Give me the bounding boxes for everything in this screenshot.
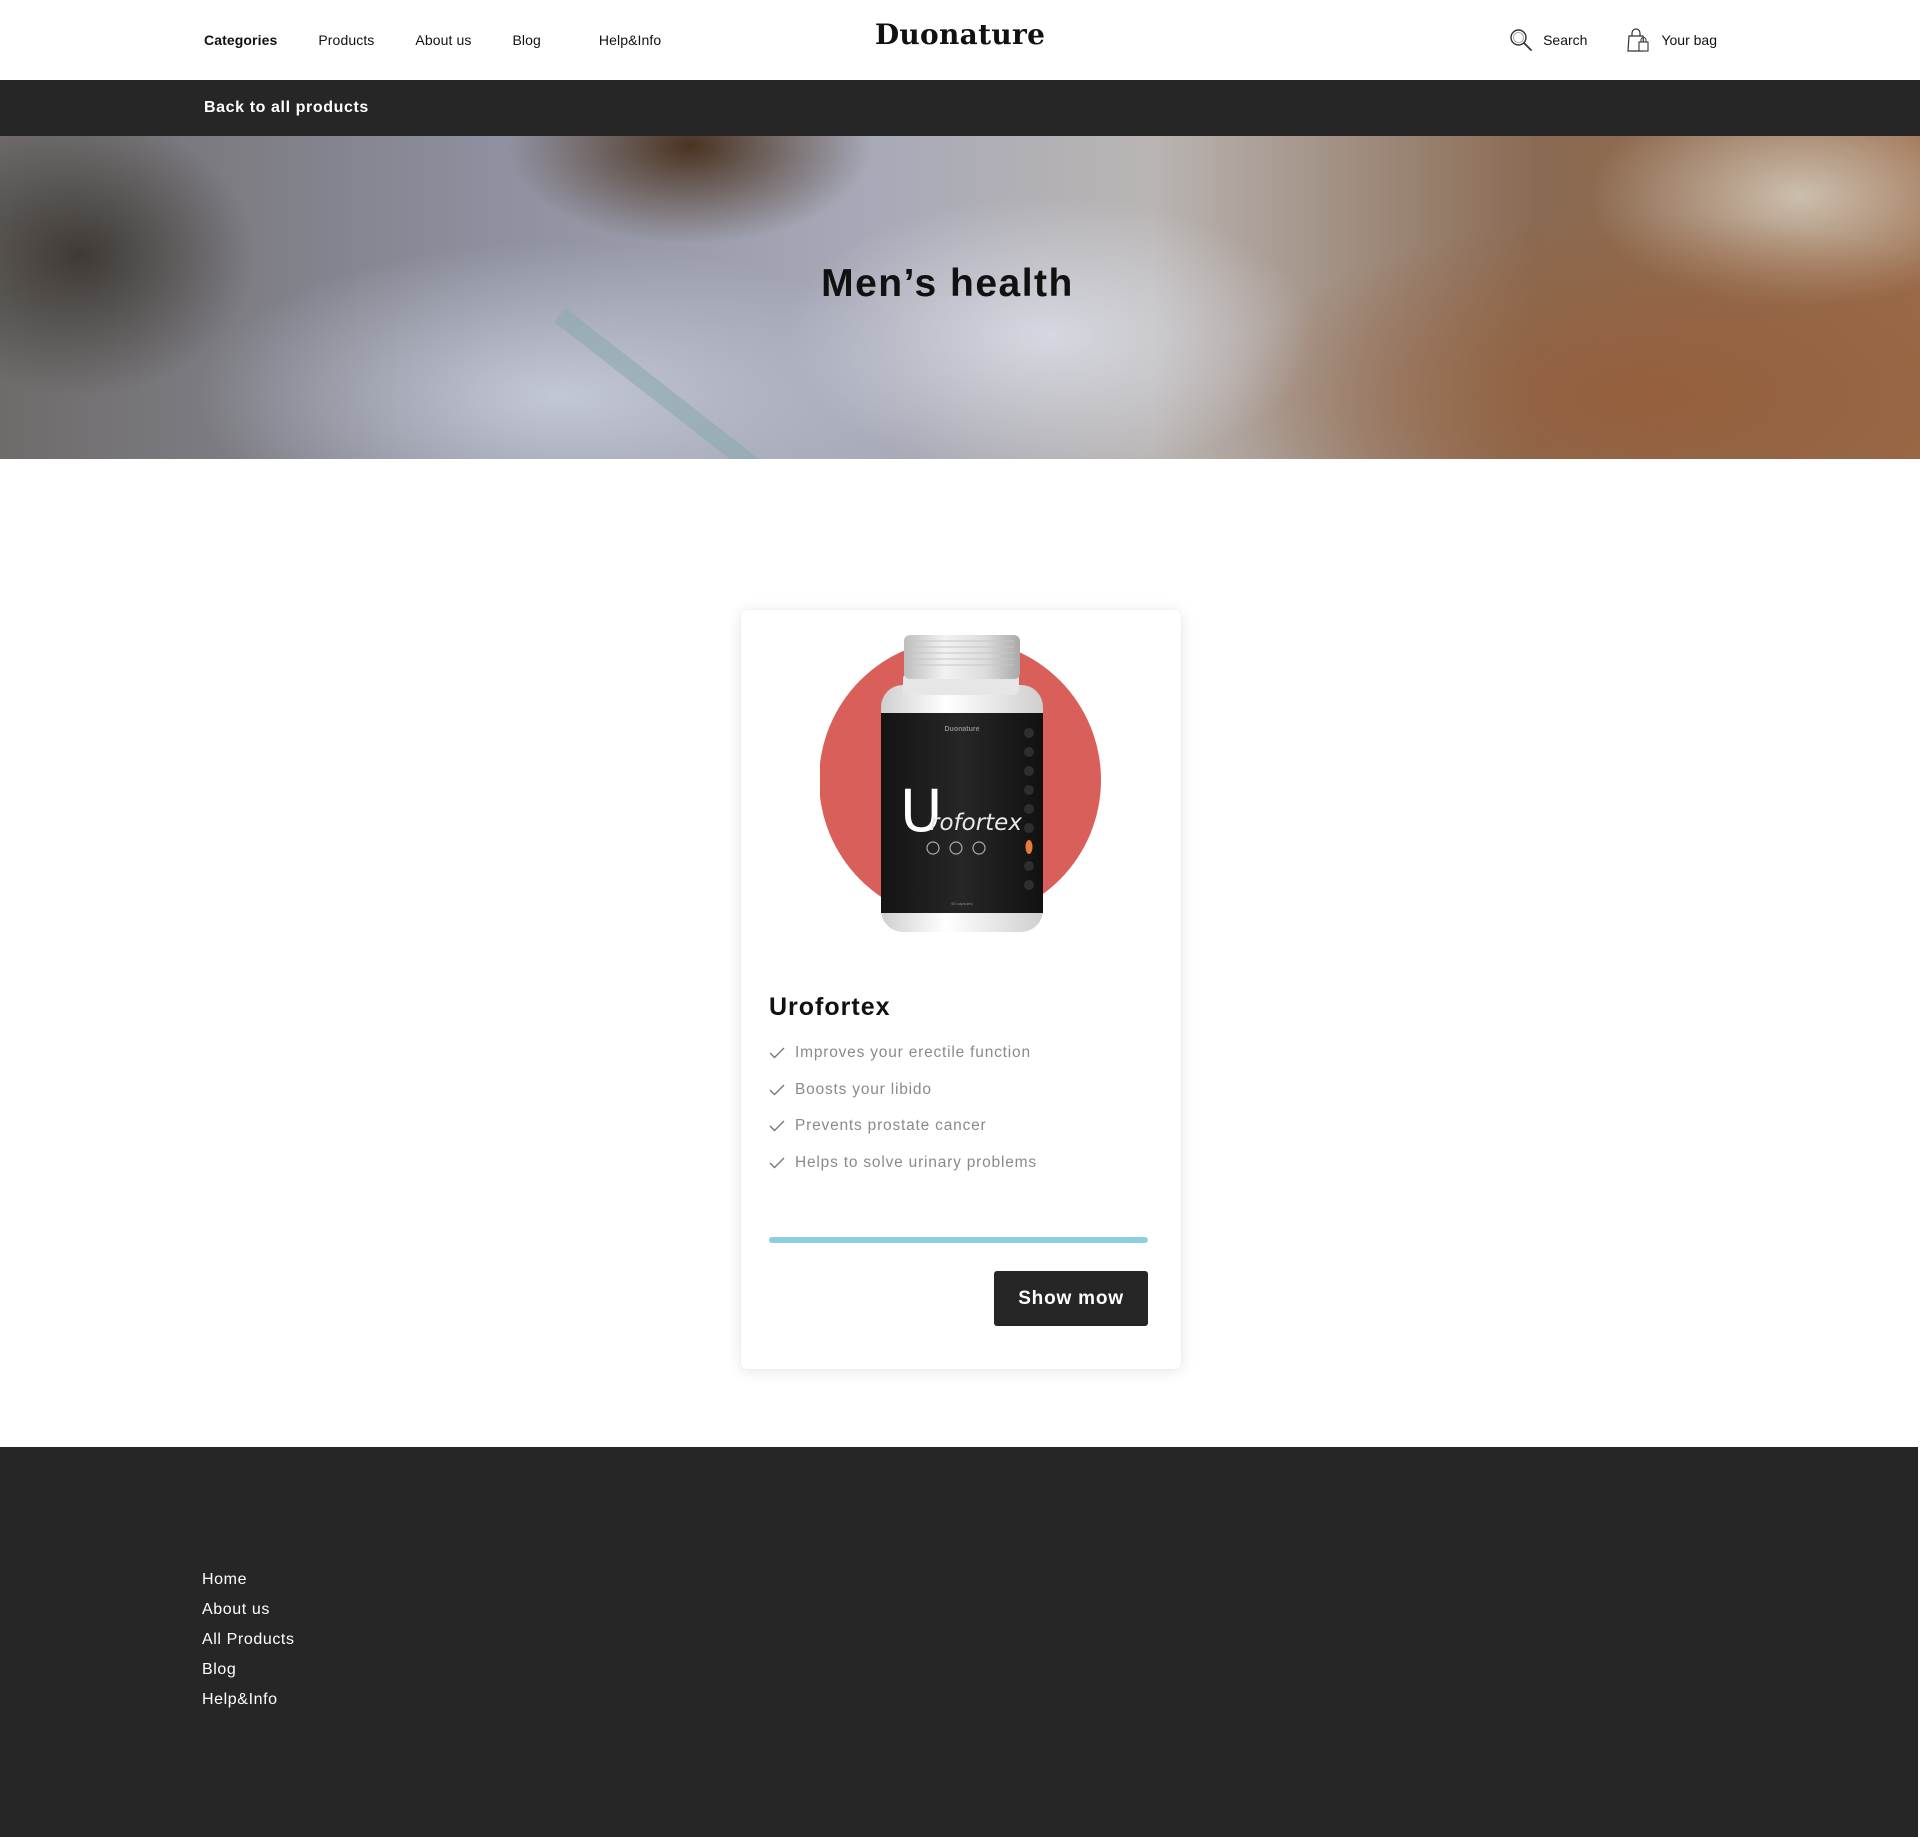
bag-label: Your bag (1661, 32, 1717, 48)
list-item: Boosts your libido (769, 1072, 1037, 1109)
checkmark-icon (769, 1120, 785, 1132)
checkmark-icon (769, 1084, 785, 1096)
checkmark-icon (769, 1157, 785, 1169)
site-logo[interactable]: Duonature (875, 18, 1045, 51)
feature-text: Boosts your libido (795, 1080, 932, 1098)
nav-help-info[interactable]: Help&Info (599, 32, 661, 48)
hero-background-detail (554, 307, 818, 459)
feature-text: Improves your erectile function (795, 1044, 1031, 1062)
footer-links: Home About us All Products Blog Help&Inf… (202, 1565, 295, 1715)
nav-categories[interactable]: Categories (204, 32, 277, 48)
feature-text: Helps to solve urinary problems (795, 1153, 1037, 1171)
header-actions: Search Your bag (1471, 0, 1717, 80)
product-image[interactable]: Duonature U rofortex 60 capsules (820, 635, 1104, 935)
nav-products[interactable]: Products (318, 32, 374, 48)
list-item: Blog (202, 1655, 295, 1685)
list-item: All Products (202, 1625, 295, 1655)
search-label: Search (1543, 32, 1588, 48)
shopping-bag-icon (1627, 28, 1650, 52)
product-name: Urofortex (769, 993, 891, 1021)
footer-link-blog[interactable]: Blog (202, 1661, 236, 1679)
product-feature-list: Improves your erectile function Boosts y… (769, 1035, 1037, 1181)
list-item: Help&Info (202, 1685, 295, 1715)
show-now-button[interactable]: Show mow (994, 1271, 1148, 1326)
back-bar: Back to all products (0, 80, 1920, 136)
bottle-brand-text: Duonature (945, 726, 980, 733)
list-item: About us (202, 1595, 295, 1625)
bottle-caption: 60 capsules (951, 901, 972, 906)
footer-link-about-us[interactable]: About us (202, 1601, 270, 1619)
footer-link-all-products[interactable]: All Products (202, 1631, 295, 1649)
main-nav: Categories Products About us Blog Help&I… (204, 0, 702, 80)
search-icon (1510, 29, 1532, 51)
nav-blog[interactable]: Blog (512, 32, 540, 48)
bottle-label-text: rofortex (930, 810, 1022, 836)
checkmark-icon (769, 1047, 785, 1059)
site-footer: Home About us All Products Blog Help&Inf… (0, 1447, 1918, 1837)
search-button[interactable]: Search (1509, 28, 1587, 52)
list-item: Improves your erectile function (769, 1035, 1037, 1072)
product-card: Duonature U rofortex 60 capsules Urofort… (741, 610, 1181, 1369)
progress-bar-fill (769, 1237, 1148, 1243)
bag-button[interactable]: Your bag (1625, 27, 1717, 53)
footer-link-help-info[interactable]: Help&Info (202, 1691, 278, 1709)
hero-banner: Men’s health (0, 136, 1920, 459)
list-item: Prevents prostate cancer (769, 1108, 1037, 1145)
page-title: Men’s health (821, 262, 1074, 305)
site-header: Categories Products About us Blog Help&I… (0, 0, 1920, 80)
list-item: Home (202, 1565, 295, 1595)
nav-about-us[interactable]: About us (415, 32, 471, 48)
progress-bar (769, 1237, 1148, 1243)
back-to-products-link[interactable]: Back to all products (204, 99, 369, 117)
feature-text: Prevents prostate cancer (795, 1117, 987, 1135)
footer-link-home[interactable]: Home (202, 1571, 247, 1589)
list-item: Helps to solve urinary problems (769, 1145, 1037, 1182)
